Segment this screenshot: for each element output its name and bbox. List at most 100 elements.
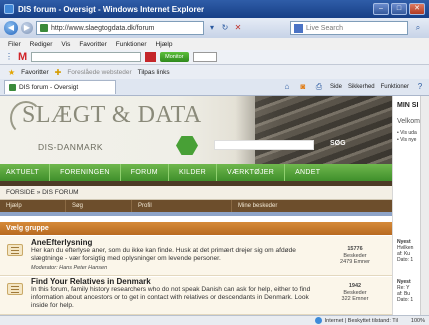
print-icon[interactable]: ⎙: [314, 82, 324, 92]
forum-row[interactable]: AneEfterlysning Her kan du efterlyse ane…: [0, 236, 392, 276]
forum-menu-hjaelp[interactable]: Hjælp: [0, 200, 66, 212]
sidebar-title: MIN SI: [397, 102, 419, 109]
toolbar-green-button[interactable]: Monitor: [160, 52, 189, 62]
customize-links-link[interactable]: Tilpas links: [138, 69, 170, 76]
forum-stats: 1942 Beskeder 322 Emner: [335, 283, 375, 303]
forum-posts-label: Beskeder: [343, 289, 367, 296]
nav-kilder[interactable]: KILDER: [169, 164, 218, 181]
status-bar: Internet | Beskyttet tilstand: Til 100%: [0, 315, 429, 325]
forward-button[interactable]: ▶: [21, 22, 33, 34]
ie-icon: [4, 4, 14, 14]
forum-row[interactable]: Find Your Relatives in Denmark In this f…: [0, 277, 392, 315]
forum-menu: Hjælp Søg Profil Mine beskeder: [0, 200, 392, 212]
site-banner: SLÆGT & DATA DIS-DANMARK SØG: [0, 96, 392, 164]
internet-zone-icon: [314, 317, 322, 324]
forum-icon: [7, 283, 23, 295]
forum-title[interactable]: AneEfterlysning: [31, 238, 92, 247]
nav-aktuelt[interactable]: AKTUELT: [0, 164, 51, 181]
forum-topic-count: 2479 Emner: [340, 259, 370, 265]
forum-menu-soeg[interactable]: Søg: [66, 200, 132, 212]
group-header[interactable]: Vælg gruppe: [0, 222, 392, 235]
dropdown-arrow-icon[interactable]: ▾: [207, 23, 217, 33]
zoom-level[interactable]: 100%: [411, 318, 425, 324]
window-controls: – □ ✕: [373, 3, 425, 15]
forum-menu-beskeder[interactable]: Mine beskeder: [232, 200, 283, 212]
nav-andet[interactable]: ANDET: [285, 164, 330, 181]
nav-forum[interactable]: FORUM: [121, 164, 169, 181]
search-placeholder: Live Search: [306, 24, 343, 32]
search-box[interactable]: Live Search: [290, 21, 408, 35]
help-icon[interactable]: ?: [415, 82, 425, 92]
sidebar-link[interactable]: • Vis nye: [397, 137, 416, 143]
menu-item-funktioner[interactable]: Funktioner: [116, 41, 147, 48]
cmd-side[interactable]: Side: [330, 84, 342, 90]
site-search-button[interactable]: SØG: [330, 140, 346, 147]
forum-topic-count: 322 Emner: [341, 296, 369, 302]
site-search-input[interactable]: [214, 140, 314, 150]
home-icon[interactable]: ⌂: [282, 82, 292, 92]
back-button[interactable]: ◀: [4, 21, 18, 35]
menu-item-favoritter[interactable]: Favoritter: [79, 41, 106, 48]
stop-icon[interactable]: ✕: [233, 23, 243, 33]
toolbar-logo[interactable]: M: [18, 51, 27, 63]
menu-item-filer[interactable]: Filer: [8, 41, 21, 48]
sidebar-latest-post[interactable]: Nyest Re: Y af: Bu Dato: 1: [397, 279, 413, 303]
add-favorite-icon[interactable]: ✚: [55, 68, 62, 77]
forum-moderator: Moderator: Hans Peter Hansen: [31, 265, 108, 271]
nav-foreningen[interactable]: FORENINGEN: [50, 164, 121, 181]
feeds-icon[interactable]: ◙: [298, 82, 308, 92]
nav-vaerktojer[interactable]: VÆRKTØJER: [217, 164, 286, 181]
favorites-button[interactable]: Favoritter: [21, 69, 48, 76]
sidebar-welcome: Velkom: [397, 118, 420, 125]
latest-line: Dato: 1: [397, 297, 414, 303]
window-titlebar: DIS forum - Oversigt - Windows Internet …: [0, 0, 429, 18]
status-text: Internet | Beskyttet tilstand: Til: [324, 317, 398, 324]
site-logo-title[interactable]: SLÆGT & DATA: [22, 102, 202, 129]
toolbar-red-button[interactable]: [145, 52, 157, 62]
addon-toolbar: ⋮ M Monitor: [0, 50, 429, 65]
zone-info: Internet | Beskyttet tilstand: Til 100%: [314, 317, 425, 324]
page-content: SLÆGT & DATA DIS-DANMARK SØG AKTUELT FOR…: [0, 96, 429, 315]
forum-description: In this forum, family history researcher…: [31, 286, 311, 309]
tab-bar: DIS forum - Oversigt ⌂ ◙ ⎙ Side Sikkerhe…: [0, 79, 429, 96]
address-bar[interactable]: http://www.slaegtogdata.dk/forum: [36, 21, 204, 35]
menu-item-vis[interactable]: Vis: [61, 41, 70, 48]
site-favicon-icon: [40, 24, 48, 32]
sidebar-latest-post[interactable]: Nyest Hvilken af: Ku Dato: 1: [397, 239, 413, 263]
sidebar-link[interactable]: • Vis uda: [397, 130, 417, 136]
address-toolbar: ◀ ▶ http://www.slaegtogdata.dk/forum ▾ ↻…: [0, 18, 429, 38]
menu-item-hjaelp[interactable]: Hjælp: [156, 41, 173, 48]
forum-description: Her kan du efterlyse aner, som du ikke k…: [31, 247, 296, 262]
breadcrumb-text[interactable]: FORSIDE » DIS FORUM: [6, 189, 79, 196]
maximize-button[interactable]: □: [391, 3, 407, 15]
cmd-funktioner[interactable]: Funktioner: [381, 84, 409, 90]
menu-bar: Filer Rediger Vis Favoritter Funktioner …: [0, 38, 429, 50]
vertical-scrollbar[interactable]: [420, 96, 429, 315]
toolbar-search-input[interactable]: [31, 52, 142, 62]
banner-photo: [255, 96, 392, 164]
command-bar: ⌂ ◙ ⎙ Side Sikkerhed Funktioner ?: [282, 82, 425, 92]
favorites-bar: ★ Favoritter ✚ Foreslåede websteder Tilp…: [0, 65, 429, 79]
cmd-sikkerhed[interactable]: Sikkerhed: [348, 84, 375, 90]
tab-dis-forum[interactable]: DIS forum - Oversigt: [4, 80, 116, 94]
toolbar-grip-icon: ⋮: [5, 52, 13, 61]
favorites-star-icon[interactable]: ★: [8, 68, 15, 77]
minimize-button[interactable]: –: [373, 3, 389, 15]
live-search-icon: [294, 23, 303, 33]
address-url: http://www.slaegtogdata.dk/forum: [51, 24, 155, 32]
forum-posts-label: Beskeder: [343, 252, 367, 259]
window-title: DIS forum - Oversigt - Windows Internet …: [18, 4, 205, 14]
forum-stats: 15776 Beskeder 2479 Emner: [335, 246, 375, 266]
suggested-sites-link[interactable]: Foreslåede websteder: [67, 69, 131, 76]
forum-title[interactable]: Find Your Relatives in Denmark: [31, 277, 151, 286]
site-nav: AKTUELT FORENINGEN FORUM KILDER VÆRKTØJE…: [0, 164, 392, 181]
forum-icon: [7, 244, 23, 256]
menu-item-rediger[interactable]: Rediger: [30, 41, 53, 48]
toolbar-select[interactable]: [192, 52, 217, 62]
forum-menu-profil[interactable]: Profil: [132, 200, 232, 212]
hexagon-icon: [176, 136, 198, 155]
close-button[interactable]: ✕: [409, 3, 425, 15]
search-go-icon[interactable]: ⌕: [411, 21, 425, 35]
refresh-icon[interactable]: ↻: [220, 23, 230, 33]
latest-line: Dato: 1: [397, 257, 414, 263]
